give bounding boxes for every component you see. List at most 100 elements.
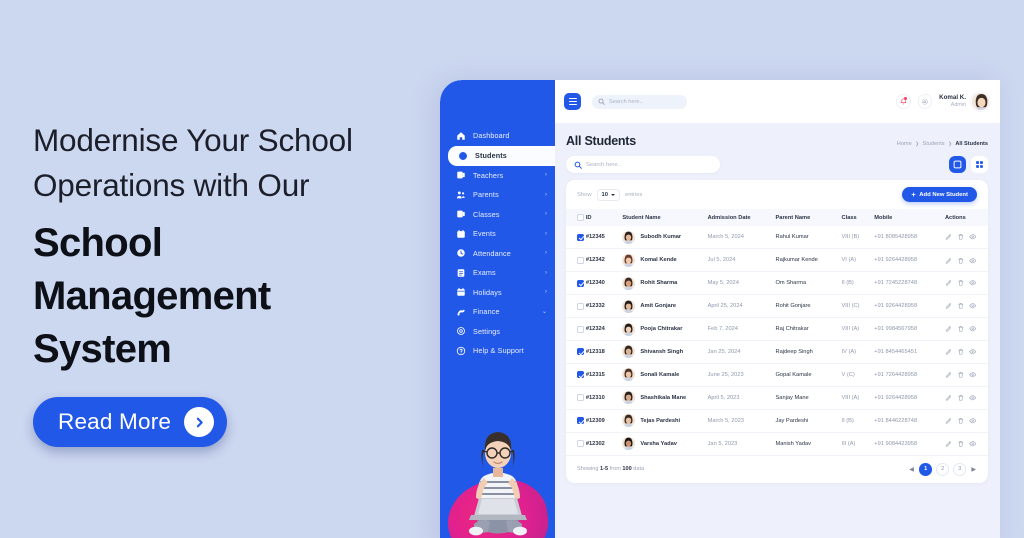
read-more-button[interactable]: Read More — [33, 397, 228, 447]
edit-icon[interactable] — [945, 417, 953, 425]
row-checkbox[interactable] — [577, 279, 584, 287]
delete-icon[interactable] — [957, 233, 965, 241]
delete-icon[interactable] — [957, 302, 965, 310]
view-icon[interactable] — [969, 371, 977, 379]
sidebar-item-label: Dashboard — [473, 131, 510, 141]
sidebar-item-exams[interactable]: Exams › — [440, 263, 555, 283]
grid-view-button[interactable] — [971, 156, 988, 173]
row-checkbox[interactable] — [577, 233, 584, 241]
row-select-cell — [566, 317, 586, 341]
pagination-next[interactable]: ▶ — [970, 466, 977, 473]
view-icon[interactable] — [969, 440, 977, 448]
table-row[interactable]: #12332 Amit Gonjare April 25, 2024 Rohit Go… — [566, 294, 988, 319]
table-row[interactable]: #12318 Shivansh Singh Jan 25, 2024 Rajdeep … — [566, 340, 988, 364]
view-icon[interactable] — [969, 233, 977, 241]
sidebar-item-dashboard[interactable]: Dashboard — [440, 126, 555, 146]
row-checkbox[interactable] — [577, 302, 584, 310]
row-checkbox[interactable] — [577, 440, 584, 448]
column-header-class[interactable]: Class — [842, 209, 875, 226]
view-icon[interactable] — [969, 348, 977, 356]
delete-icon[interactable] — [957, 325, 965, 333]
edit-icon[interactable] — [945, 233, 953, 241]
sidebar-item-events[interactable]: Events › — [440, 224, 555, 244]
cell-class: IV (A) — [841, 340, 875, 364]
delete-icon[interactable] — [957, 440, 965, 448]
sidebar-item-help-support[interactable]: Help & Support — [440, 341, 555, 361]
edit-icon[interactable] — [945, 440, 953, 448]
table-row[interactable]: #12345 Subodh Kumar March 5, 2024 Rahul Kum… — [566, 226, 988, 250]
hamburger-menu-icon[interactable] — [564, 93, 581, 110]
edit-icon[interactable] — [945, 371, 953, 379]
notification-badge — [904, 96, 908, 100]
table-row[interactable]: #12324 Pooja Chitrakar Feb 7, 2024 Raj Chit… — [566, 317, 988, 341]
view-icon[interactable] — [969, 325, 977, 333]
delete-icon[interactable] — [957, 279, 965, 287]
view-icon[interactable] — [969, 394, 977, 402]
sidebar-item-teachers[interactable]: Teachers › — [440, 166, 555, 186]
delete-icon[interactable] — [957, 417, 965, 425]
add-new-student-button[interactable]: + Add New Student — [902, 187, 977, 202]
delete-icon[interactable] — [957, 257, 965, 265]
sidebar-item-finance[interactable]: Finance ⌄ — [440, 302, 555, 322]
column-header-id[interactable]: ID — [586, 209, 623, 226]
row-checkbox[interactable] — [577, 348, 584, 356]
cell-actions — [945, 417, 988, 425]
pagination-page-1[interactable]: 1 — [919, 463, 932, 476]
delete-icon[interactable] — [957, 394, 965, 402]
delete-icon[interactable] — [957, 371, 965, 379]
delete-icon[interactable] — [957, 348, 965, 356]
sidebar-item-parents[interactable]: Parents › — [440, 185, 555, 205]
sidebar-item-students[interactable]: Students — [448, 145, 557, 166]
view-icon[interactable] — [969, 302, 977, 310]
promo-strong-line-2: Management — [33, 274, 271, 318]
view-icon[interactable] — [969, 279, 977, 287]
table-row[interactable]: #12309 Tejas Pardeshi March 5, 2023 Jay Par… — [566, 409, 988, 433]
edit-icon[interactable] — [945, 279, 953, 287]
table-row[interactable]: #12302 Varsha Yadav Jan 5, 2023 Manish Yada… — [566, 432, 988, 455]
settings-button[interactable] — [917, 94, 933, 109]
sidebar-item-attendance[interactable]: Attendance › — [440, 244, 555, 264]
view-icon[interactable] — [969, 257, 977, 265]
column-header-parent-name[interactable]: Parent Name — [775, 209, 841, 226]
row-checkbox[interactable] — [577, 417, 584, 425]
user-profile[interactable]: Komal K. Admin — [939, 92, 990, 111]
column-header-admission-date[interactable]: Admission Date — [708, 209, 776, 226]
pagination-prev[interactable]: ◀ — [908, 466, 915, 473]
edit-icon[interactable] — [945, 302, 953, 310]
global-search-input[interactable]: Search here.. — [592, 94, 687, 109]
column-header-mobile[interactable]: Mobile — [874, 209, 945, 226]
chevron-down-icon — [610, 193, 615, 196]
row-checkbox[interactable] — [577, 325, 584, 333]
sidebar-item-holidays[interactable]: Holidays › — [440, 283, 555, 303]
sidebar-item-classes[interactable]: Classes › — [440, 205, 555, 225]
table-row[interactable]: #12342 Komal Kende Jul 5, 2024 Rajkumar Ken… — [566, 248, 988, 273]
table-row[interactable]: #12340 Rohit Sharma May 5, 2024 Om Sharma II… — [566, 271, 988, 296]
sidebar-item-label: Classes — [473, 209, 500, 219]
pagination-page-2[interactable]: 2 — [936, 463, 949, 476]
user-name: Komal K. — [939, 94, 966, 102]
avatar[interactable] — [971, 92, 990, 111]
edit-icon[interactable] — [945, 257, 953, 265]
entries-per-page-select[interactable]: 10 — [596, 188, 620, 201]
select-all-checkbox[interactable] — [577, 214, 584, 221]
notifications-button[interactable] — [896, 94, 911, 109]
row-checkbox[interactable] — [577, 394, 584, 402]
cell-student-name: Sonali Kamale — [622, 368, 707, 382]
row-checkbox[interactable] — [577, 256, 584, 264]
pagination-page-3[interactable]: 3 — [953, 463, 966, 476]
breadcrumb-item-students[interactable]: Students — [922, 141, 944, 147]
breadcrumb-item-home[interactable]: Home — [897, 141, 912, 147]
table-row[interactable]: #12310 Shashikala Mane April 5, 2023 Sanjay… — [566, 386, 988, 410]
column-header-student-name[interactable]: Student Name — [622, 209, 707, 226]
view-icon[interactable] — [969, 417, 977, 425]
students-search-input[interactable]: Search here.. — [566, 156, 720, 173]
sidebar-item-label: Events — [473, 229, 496, 239]
sidebar-item-settings[interactable]: Settings — [440, 322, 555, 342]
list-view-button[interactable] — [949, 156, 966, 173]
edit-icon[interactable] — [945, 325, 953, 333]
row-checkbox[interactable] — [577, 371, 584, 379]
table-row[interactable]: #12315 Sonali Kamale June 25, 2023 Gopal Ka… — [566, 363, 988, 387]
edit-icon[interactable] — [945, 348, 953, 356]
cell-student-name: Pooja Chitrakar — [622, 322, 707, 336]
edit-icon[interactable] — [945, 394, 953, 402]
